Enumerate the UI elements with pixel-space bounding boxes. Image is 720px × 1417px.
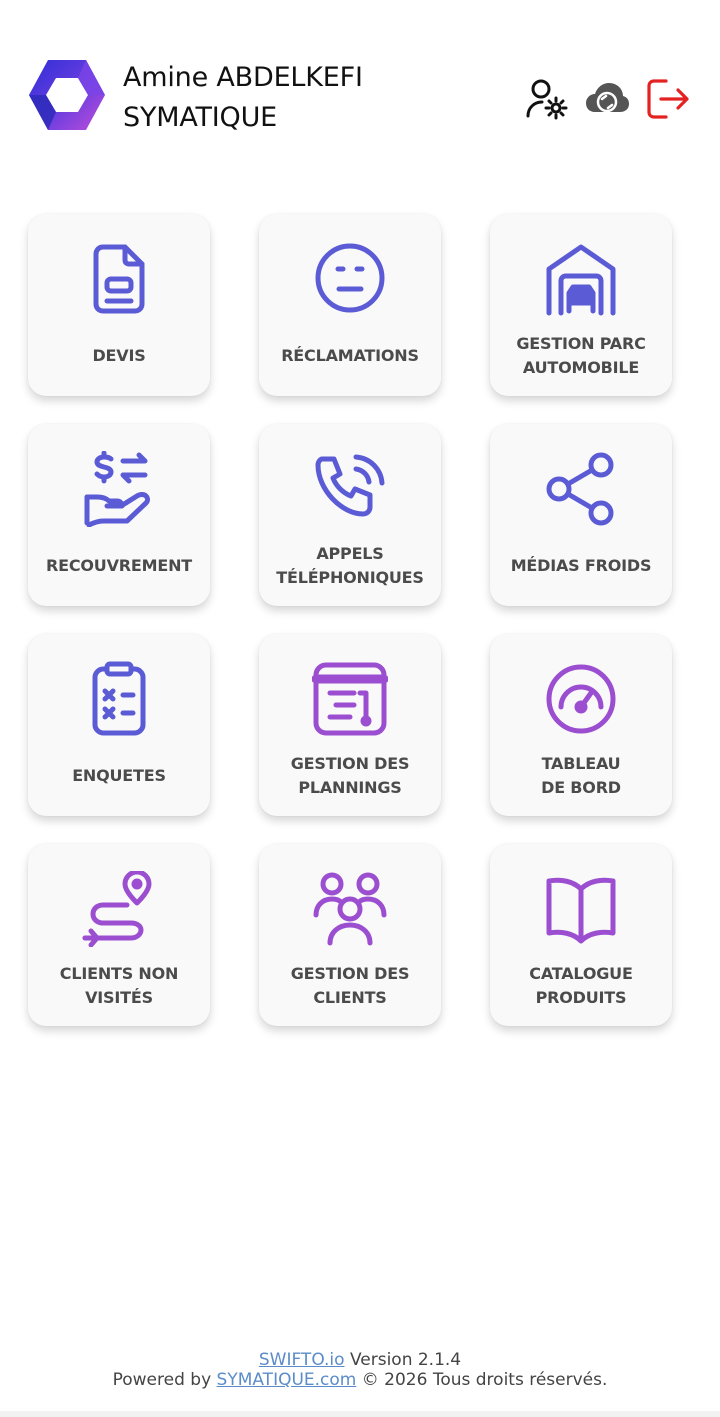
tile-label: CLIENTS NON VISITÉS bbox=[59, 964, 179, 1007]
symatique-link[interactable]: SYMATIQUE.com bbox=[217, 1370, 357, 1390]
tile-gestion-parc[interactable]: GESTION PARC AUTOMOBILE bbox=[490, 214, 672, 396]
tile-enquetes[interactable]: ENQUETES bbox=[28, 634, 210, 816]
tile-label: MÉDIAS FROIDS bbox=[510, 556, 652, 575]
version-text: Version 2.1.4 bbox=[349, 1350, 462, 1370]
document-icon bbox=[81, 241, 157, 317]
tile-label: APPELS TÉLÉPHONIQUES bbox=[276, 544, 424, 587]
footer: SWIFTO.io Version 2.1.4 Powered by SYMAT… bbox=[0, 1350, 720, 1390]
tile-gestion-clients[interactable]: GESTION DES CLIENTS bbox=[259, 844, 441, 1026]
user-settings-icon[interactable] bbox=[524, 76, 570, 122]
copyright-text: © 2026 Tous droits réservés. bbox=[361, 1370, 608, 1390]
tile-reclamations[interactable]: RÉCLAMATIONS bbox=[259, 214, 441, 396]
route-icon bbox=[81, 871, 157, 947]
header-actions bbox=[524, 76, 690, 122]
planning-icon bbox=[312, 661, 388, 737]
hand-money-icon bbox=[81, 451, 157, 527]
users-icon bbox=[312, 871, 388, 947]
tile-catalogue[interactable]: CATALOGUE PRODUITS bbox=[490, 844, 672, 1026]
tile-label: RÉCLAMATIONS bbox=[281, 346, 419, 365]
tile-label: ENQUETES bbox=[72, 766, 166, 785]
module-grid: DEVIS RÉCLAMATIONS GESTION PARC AUTOMOBI… bbox=[28, 214, 672, 1026]
neutral-face-icon bbox=[312, 241, 388, 317]
company-name: SYMATIQUE bbox=[123, 102, 278, 133]
tile-devis[interactable]: DEVIS bbox=[28, 214, 210, 396]
tile-label: RECOUVREMENT bbox=[46, 556, 192, 575]
powered-by-text: Powered by bbox=[112, 1370, 212, 1390]
tile-label: DEVIS bbox=[92, 346, 146, 365]
logout-icon[interactable] bbox=[644, 76, 690, 122]
tile-label: GESTION DES CLIENTS bbox=[290, 964, 410, 1007]
footer-version-line: SWIFTO.io Version 2.1.4 bbox=[0, 1350, 720, 1370]
app-logo bbox=[28, 58, 106, 132]
tile-clients-non-visites[interactable]: CLIENTS NON VISITÉS bbox=[28, 844, 210, 1026]
tile-label: GESTION DES PLANNINGS bbox=[290, 754, 410, 797]
tile-recouvrement[interactable]: RECOUVREMENT bbox=[28, 424, 210, 606]
tile-plannings[interactable]: GESTION DES PLANNINGS bbox=[259, 634, 441, 816]
user-info: Amine ABDELKEFI SYMATIQUE bbox=[123, 58, 363, 138]
footer-powered-line: Powered by SYMATIQUE.com © 2026 Tous dro… bbox=[0, 1370, 720, 1390]
tile-medias-froids[interactable]: MÉDIAS FROIDS bbox=[490, 424, 672, 606]
tile-label: CATALOGUE PRODUITS bbox=[529, 964, 633, 1007]
bottom-bar bbox=[0, 1411, 720, 1417]
swifto-link[interactable]: SWIFTO.io bbox=[259, 1350, 345, 1370]
phone-call-icon bbox=[312, 451, 388, 527]
open-book-icon bbox=[543, 871, 619, 947]
user-name: Amine ABDELKEFI bbox=[123, 62, 363, 93]
share-icon bbox=[543, 451, 619, 527]
garage-car-icon bbox=[543, 241, 619, 317]
tile-appels[interactable]: APPELS TÉLÉPHONIQUES bbox=[259, 424, 441, 606]
tile-label: TABLEAU DE BORD bbox=[541, 754, 621, 797]
gauge-icon bbox=[543, 661, 619, 737]
tile-tableau-de-bord[interactable]: TABLEAU DE BORD bbox=[490, 634, 672, 816]
tile-label: GESTION PARC AUTOMOBILE bbox=[516, 334, 646, 377]
sync-cloud-icon[interactable] bbox=[584, 76, 630, 122]
clipboard-checklist-icon bbox=[81, 661, 157, 737]
app-header: Amine ABDELKEFI SYMATIQUE bbox=[0, 0, 720, 170]
